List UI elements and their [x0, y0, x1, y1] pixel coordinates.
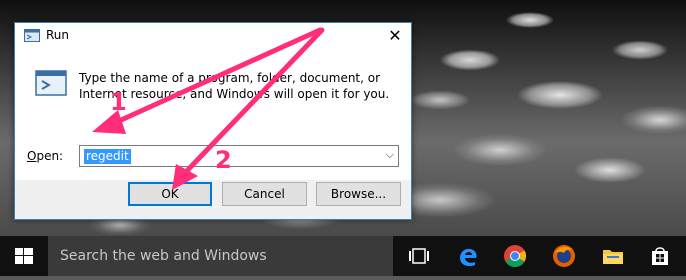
chrome-icon[interactable] — [503, 244, 527, 268]
dialog-description: Type the name of a program, folder, docu… — [79, 71, 390, 101]
open-combobox[interactable]: regedit ⌵ — [79, 145, 399, 167]
open-input-value[interactable]: regedit — [84, 149, 131, 164]
taskbar-search-box[interactable]: Search the web and Windows — [48, 236, 393, 276]
run-app-icon — [24, 29, 40, 42]
store-icon[interactable] — [648, 244, 672, 268]
close-button[interactable]: ✕ — [385, 26, 405, 46]
task-view-icon[interactable] — [407, 244, 431, 268]
dialog-title: Run — [46, 28, 70, 42]
ok-button[interactable]: OK — [128, 182, 212, 206]
chevron-down-icon[interactable]: ⌵ — [386, 148, 394, 162]
start-button[interactable] — [0, 236, 48, 276]
taskbar: Search the web and Windows — [0, 236, 686, 276]
open-label: Open: — [27, 149, 63, 163]
annotation-step-1: 1 — [110, 88, 127, 116]
cancel-button[interactable]: Cancel — [222, 182, 307, 206]
dialog-body: Type the name of a program, folder, docu… — [15, 49, 411, 180]
windows-logo-icon — [15, 248, 33, 264]
run-dialog: Run ✕ Type the name of a program, folder… — [14, 22, 412, 220]
edge-icon[interactable] — [456, 244, 480, 268]
annotation-step-2: 2 — [215, 146, 232, 174]
open-label-rest: pen: — [36, 149, 64, 163]
file-explorer-icon[interactable] — [601, 244, 625, 268]
browse-button[interactable]: Browse... — [316, 182, 401, 206]
search-placeholder: Search the web and Windows — [60, 248, 267, 264]
firefox-icon[interactable] — [552, 244, 576, 268]
title-bar[interactable]: Run ✕ — [15, 23, 411, 49]
run-large-icon — [35, 70, 67, 96]
